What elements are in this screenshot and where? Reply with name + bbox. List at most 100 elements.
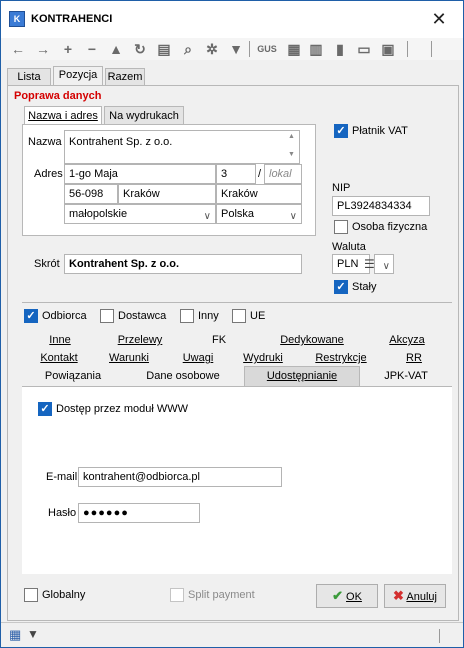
ok-button[interactable]: ✔ OK bbox=[316, 584, 378, 608]
toolbar: ← → + − ▲ ↻ ▤ ⌕ ✲ ▼ GUS ▦ ▥ ▮ ▭ ▣ bbox=[1, 38, 463, 60]
settings-icon[interactable]: ✲ bbox=[203, 40, 221, 58]
import-icon[interactable]: ▦ bbox=[285, 40, 303, 58]
fixed-currency-checkbox[interactable]: ✓ bbox=[334, 280, 348, 294]
apartment-field[interactable]: lokal bbox=[264, 164, 302, 184]
chevron-down-icon: ∨ bbox=[289, 211, 297, 222]
short-name-field[interactable]: Kontrahent Sp. z o.o. bbox=[64, 254, 302, 274]
tab-rr[interactable]: RR bbox=[402, 349, 426, 367]
tab-wydruki[interactable]: Wydruki bbox=[238, 349, 288, 367]
tab-jpk-vat[interactable]: JPK-VAT bbox=[376, 367, 436, 385]
toolbar-separator bbox=[407, 41, 408, 57]
tab-inne[interactable]: Inne bbox=[38, 331, 82, 349]
person-icon[interactable]: ▣ bbox=[379, 40, 397, 58]
divider bbox=[439, 629, 440, 643]
tab-na-wydrukach[interactable]: Na wydrukach bbox=[104, 106, 184, 124]
search-icon[interactable]: ⌕ bbox=[179, 40, 197, 58]
nip-field[interactable]: PL3924834334 bbox=[332, 196, 430, 216]
tab-dedykowane[interactable]: Dedykowane bbox=[276, 331, 348, 349]
back-arrow-icon[interactable]: ← bbox=[9, 40, 27, 58]
country-value: Polska bbox=[221, 208, 255, 220]
inny-label: Inny bbox=[198, 310, 219, 322]
natural-person-checkbox[interactable] bbox=[334, 220, 348, 234]
tab-label: Wydruki bbox=[243, 352, 283, 364]
dostawca-label: Dostawca bbox=[118, 310, 167, 322]
gus-icon[interactable]: GUS bbox=[255, 40, 279, 58]
tab-label: Kontakt bbox=[40, 352, 78, 364]
ue-label: UE bbox=[250, 310, 266, 322]
odbiorca-checkbox[interactable]: ✓ bbox=[24, 309, 38, 323]
remove-icon[interactable]: − bbox=[83, 40, 101, 58]
clipboard-icon[interactable]: ▮ bbox=[331, 40, 349, 58]
document-icon[interactable]: ▥ bbox=[307, 40, 325, 58]
filter-icon[interactable]: ▼ bbox=[27, 627, 39, 641]
toolbar-separator bbox=[431, 41, 432, 57]
tab-udostepnianie[interactable]: Udostępnianie bbox=[244, 366, 360, 386]
tab-label: Inne bbox=[49, 334, 71, 346]
fixed-currency-label: Stały bbox=[352, 281, 377, 293]
dostawca-checkbox[interactable] bbox=[100, 309, 114, 323]
postal-code-field[interactable]: 56-098 bbox=[64, 184, 118, 204]
slash-separator: / bbox=[258, 168, 262, 180]
name-field[interactable]: Kontrahent Sp. z o.o. bbox=[64, 130, 300, 164]
scroll-up-icon[interactable]: ▲ bbox=[288, 133, 295, 140]
warning-icon[interactable]: ▲ bbox=[107, 40, 125, 58]
cancel-button[interactable]: ✖ Anuluj bbox=[384, 584, 446, 608]
password-field[interactable]: ●●●●●● bbox=[78, 503, 200, 523]
tab-przelewy[interactable]: Przelewy bbox=[112, 331, 168, 349]
house-number-field[interactable]: 3 bbox=[216, 164, 256, 184]
tab-powiazania[interactable]: Powiązania bbox=[38, 367, 108, 385]
add-icon[interactable]: + bbox=[59, 40, 77, 58]
tab-lista[interactable]: Lista bbox=[7, 68, 51, 86]
table-icon[interactable]: ▦ bbox=[9, 627, 21, 643]
window-title: KONTRAHENCI bbox=[31, 13, 113, 25]
tab-label: Dedykowane bbox=[280, 334, 344, 346]
filter-icon[interactable]: ▼ bbox=[227, 40, 245, 58]
cross-icon: ✖ bbox=[393, 588, 404, 603]
form-panel: Poprawa danych Nazwa i adres Na wydrukac… bbox=[7, 85, 459, 621]
email-field[interactable]: kontrahent@odbiorca.pl bbox=[78, 467, 282, 487]
global-label: Globalny bbox=[42, 589, 86, 601]
forward-arrow-icon[interactable]: → bbox=[34, 40, 52, 58]
tab-nazwa-i-adres[interactable]: Nazwa i adres bbox=[24, 106, 102, 124]
tab-razem[interactable]: Razem bbox=[105, 68, 145, 86]
country-select[interactable]: Polska ∨ bbox=[216, 204, 302, 224]
natural-person-label: Osoba fizyczna bbox=[352, 221, 428, 233]
region-select[interactable]: małopolskie ∨ bbox=[64, 204, 216, 224]
tab-kontakt[interactable]: Kontakt bbox=[34, 349, 84, 367]
cancel-label: Anuluj bbox=[406, 591, 437, 603]
tab-label: RR bbox=[406, 352, 422, 364]
tab-warunki[interactable]: Warunki bbox=[104, 349, 154, 367]
tab-fk[interactable]: FK bbox=[204, 331, 234, 349]
street-field[interactable]: 1-go Maja bbox=[64, 164, 216, 184]
section-title: Poprawa danych bbox=[14, 90, 102, 102]
ue-checkbox[interactable] bbox=[232, 309, 246, 323]
tab-dane-osobowe[interactable]: Dane osobowe bbox=[138, 367, 228, 385]
scroll-down-icon[interactable]: ▼ bbox=[288, 151, 295, 158]
tab-akcyza[interactable]: Akcyza bbox=[382, 331, 432, 349]
title-bar: K KONTRAHENCI ✕ bbox=[1, 1, 463, 38]
refresh-icon[interactable]: ↻ bbox=[131, 40, 149, 58]
card-icon[interactable]: ▭ bbox=[355, 40, 373, 58]
www-checkbox[interactable]: ✓ bbox=[38, 402, 52, 416]
tab-restrykcje[interactable]: Restrykcje bbox=[308, 349, 374, 367]
email-label: E-mail bbox=[46, 471, 78, 483]
print-icon[interactable]: ▤ bbox=[155, 40, 173, 58]
currency-dropdown[interactable]: ∨ bbox=[374, 254, 394, 274]
nip-label: NIP bbox=[332, 182, 351, 194]
region-value: małopolskie bbox=[69, 208, 128, 220]
split-payment-checkbox[interactable] bbox=[170, 588, 184, 602]
short-name-label: Skrót bbox=[34, 258, 60, 270]
close-icon[interactable]: ✕ bbox=[425, 7, 453, 31]
tab-label: Restrykcje bbox=[315, 352, 367, 364]
global-checkbox[interactable] bbox=[24, 588, 38, 602]
toolbar-separator bbox=[249, 41, 250, 57]
city-field[interactable]: Kraków bbox=[118, 184, 216, 204]
post-office-field[interactable]: Kraków bbox=[216, 184, 302, 204]
chevron-down-icon: ∨ bbox=[203, 211, 211, 222]
inny-checkbox[interactable] bbox=[180, 309, 194, 323]
vat-checkbox[interactable]: ✓ bbox=[334, 124, 348, 138]
tab-pozycja[interactable]: Pozycja bbox=[53, 66, 103, 86]
tab-label: Nazwa i adres bbox=[28, 110, 98, 122]
tab-uwagi[interactable]: Uwagi bbox=[178, 349, 218, 367]
app-icon: K bbox=[9, 11, 25, 27]
